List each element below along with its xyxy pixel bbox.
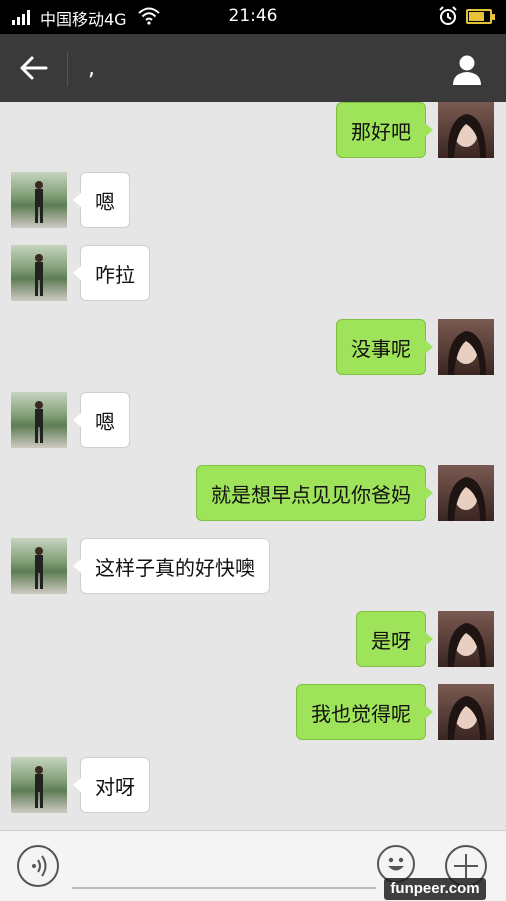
chat-title: , xyxy=(88,56,95,81)
avatar[interactable] xyxy=(11,538,67,594)
message-bubble[interactable]: 咋拉 xyxy=(73,245,150,301)
avatar[interactable] xyxy=(438,611,494,667)
message-bubble[interactable]: 这样子真的好快噢 xyxy=(73,538,270,594)
message-bubble[interactable]: 没事呢 xyxy=(336,319,433,375)
back-arrow-icon[interactable] xyxy=(18,54,50,82)
message-bubble[interactable]: 嗯 xyxy=(73,172,130,228)
alarm-icon xyxy=(439,6,457,25)
message-incoming: 这样子真的好快噢 xyxy=(0,538,506,594)
avatar[interactable] xyxy=(438,684,494,740)
message-incoming: 咋拉 xyxy=(0,245,506,301)
avatar[interactable] xyxy=(11,757,67,813)
battery-charging-icon xyxy=(466,9,495,24)
voice-button[interactable] xyxy=(17,845,59,887)
message-incoming: 对呀 xyxy=(0,757,506,813)
status-time: 21:46 xyxy=(228,6,278,26)
avatar[interactable] xyxy=(11,172,67,228)
message-bubble[interactable]: 我也觉得呢 xyxy=(296,684,433,740)
avatar[interactable] xyxy=(438,465,494,521)
message-input[interactable] xyxy=(72,887,376,889)
message-outgoing: 就是想早点见见你爸妈 xyxy=(0,465,506,521)
message-list[interactable]: 那好吧 嗯 咋拉 没事呢 嗯 就是想早点见见你爸妈 这样子真的好快噢 是呀 我也… xyxy=(0,102,506,830)
message-bubble[interactable]: 那好吧 xyxy=(336,102,433,158)
message-bubble[interactable]: 嗯 xyxy=(73,392,130,448)
person-icon[interactable] xyxy=(450,52,484,86)
message-outgoing: 我也觉得呢 xyxy=(0,684,506,740)
message-outgoing: 那好吧 xyxy=(0,102,506,158)
watermark: funpeer.com xyxy=(384,878,486,900)
message-bubble[interactable]: 就是想早点见见你爸妈 xyxy=(196,465,433,521)
header-divider xyxy=(67,52,68,86)
message-bubble[interactable]: 是呀 xyxy=(356,611,433,667)
avatar[interactable] xyxy=(438,319,494,375)
message-incoming: 嗯 xyxy=(0,172,506,228)
emoji-icon xyxy=(388,857,404,871)
message-bubble[interactable]: 对呀 xyxy=(73,757,150,813)
message-incoming: 嗯 xyxy=(0,392,506,448)
chat-header: , xyxy=(0,34,506,102)
message-outgoing: 没事呢 xyxy=(0,319,506,375)
avatar[interactable] xyxy=(11,245,67,301)
voice-icon xyxy=(32,855,47,877)
avatar[interactable] xyxy=(11,392,67,448)
status-bar: 中国移动4G 21:46 xyxy=(0,0,506,34)
avatar[interactable] xyxy=(438,102,494,158)
message-outgoing: 是呀 xyxy=(0,611,506,667)
